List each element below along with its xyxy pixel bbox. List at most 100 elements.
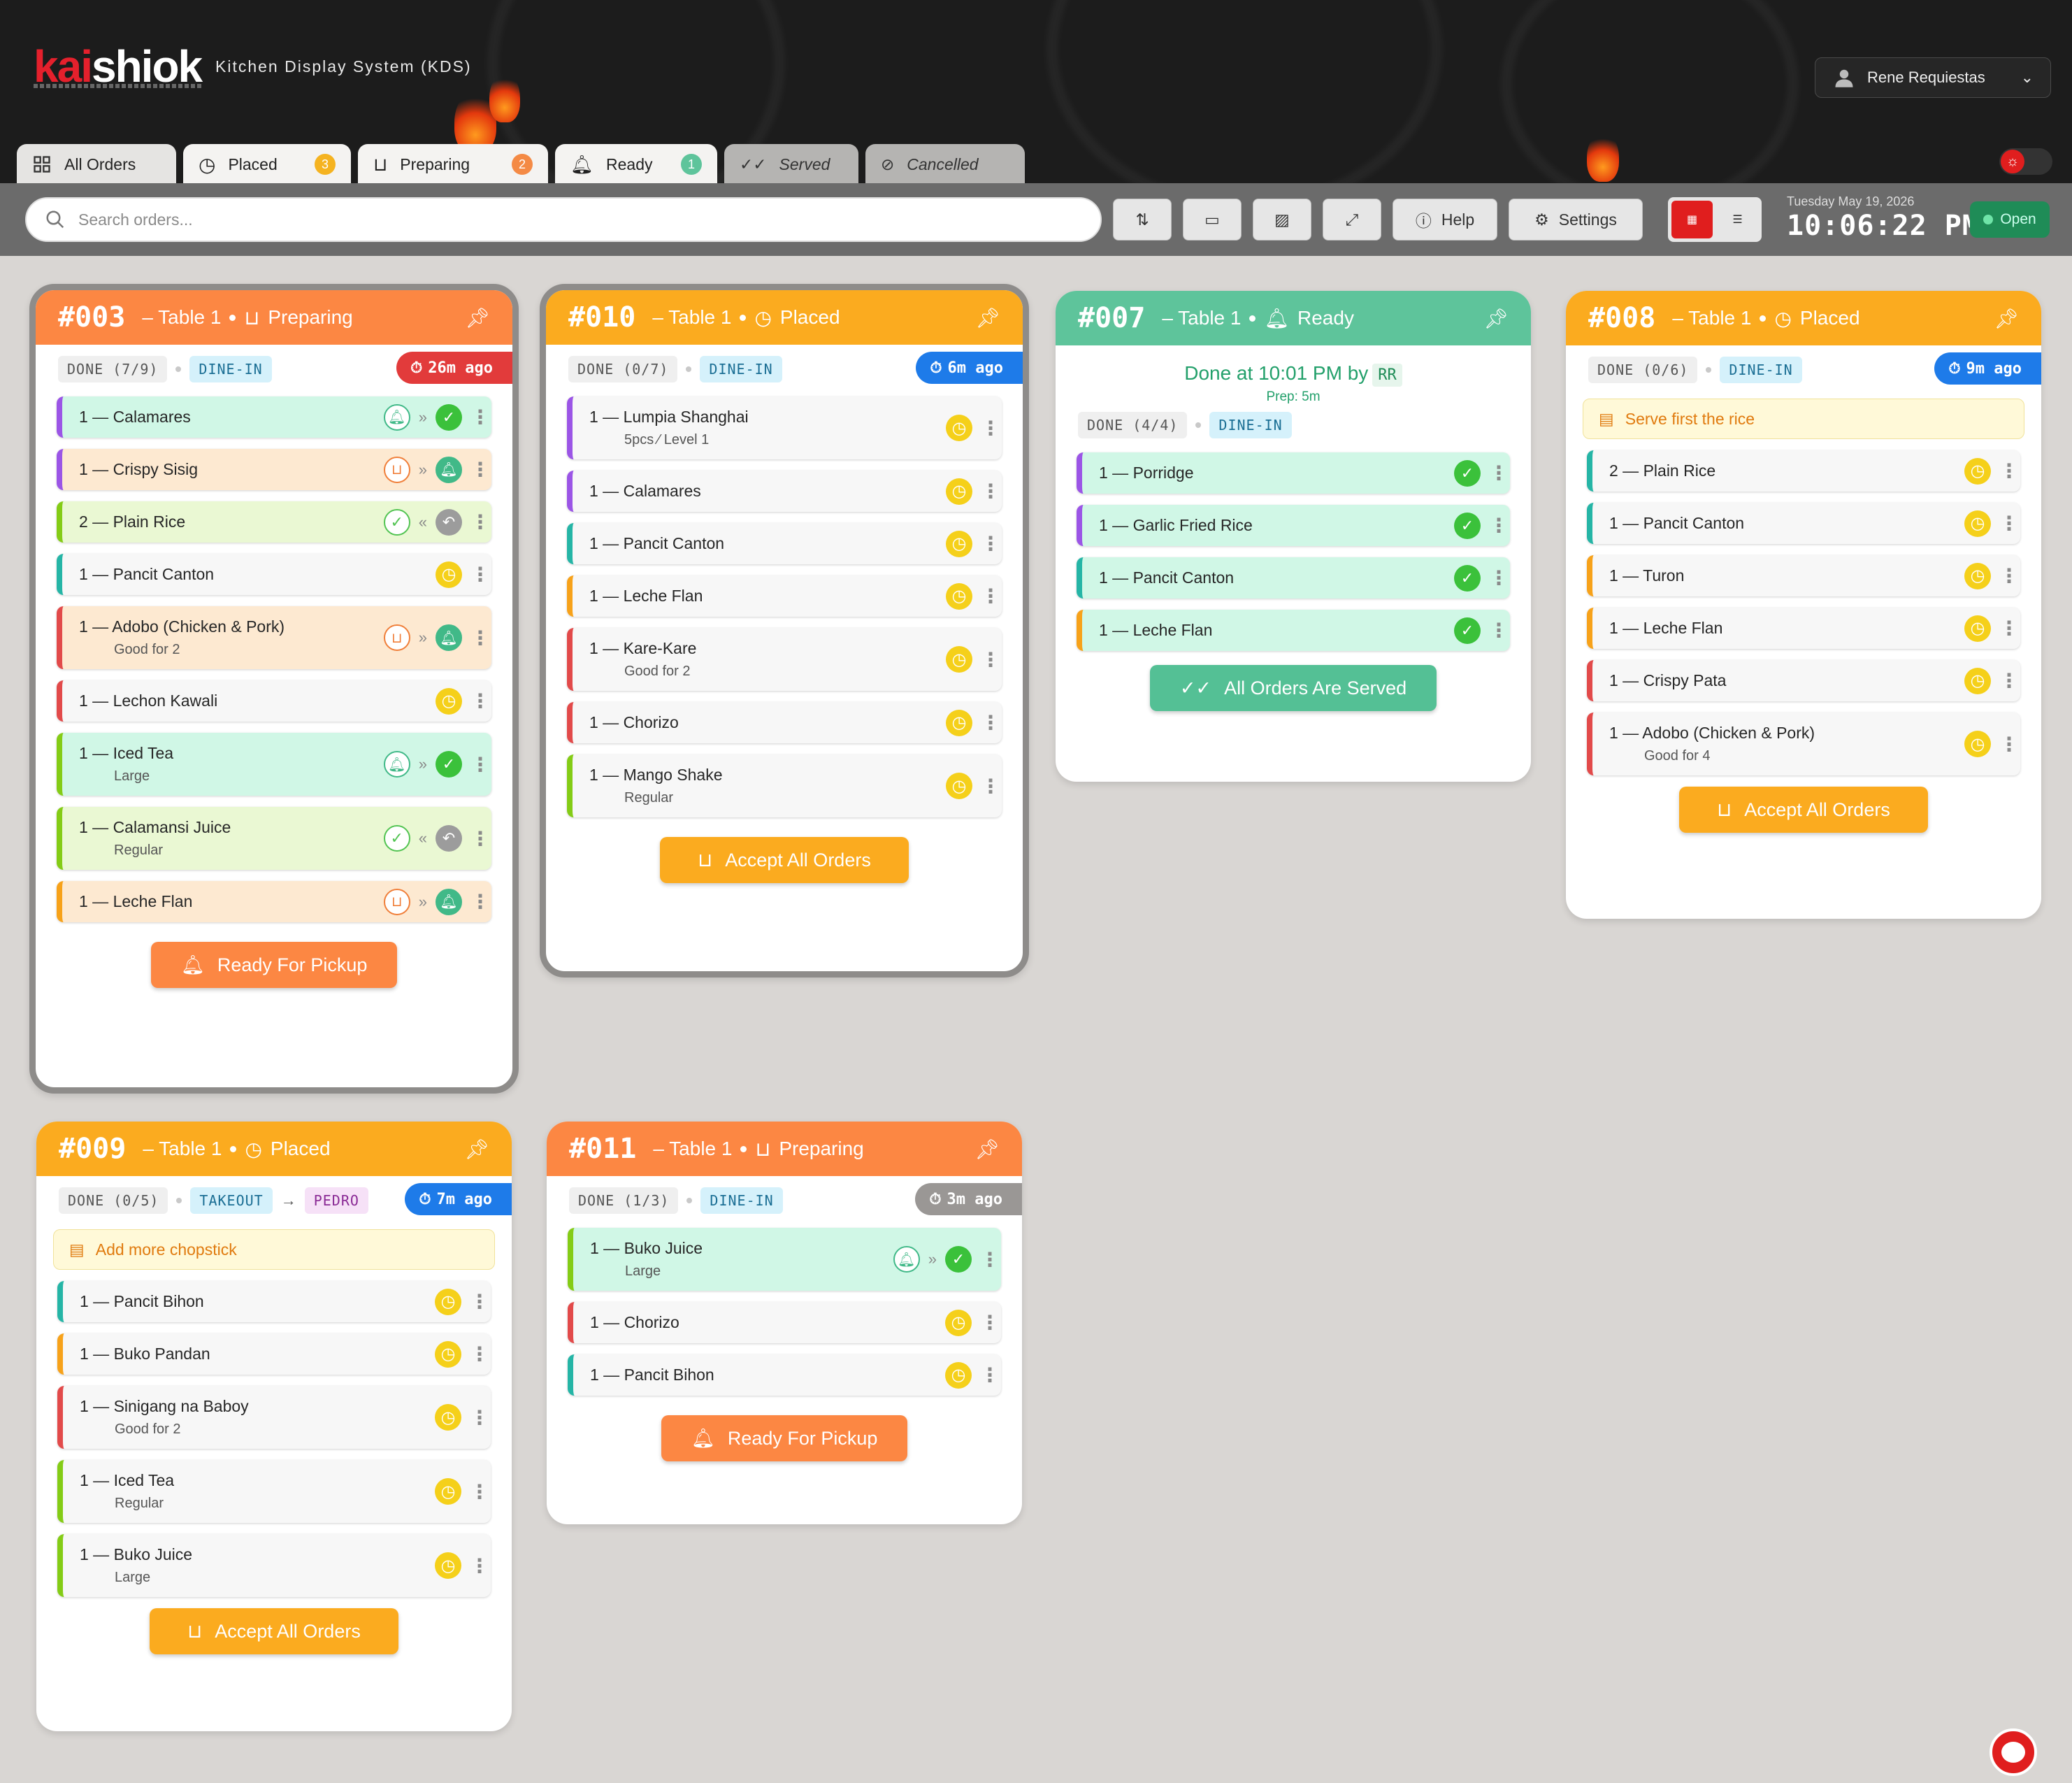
more-icon[interactable]: ⋮ bbox=[470, 1480, 489, 1503]
order-item[interactable]: 1 — Adobo (Chicken & Pork) Good for 4 ◷ ⋮ bbox=[1587, 713, 2020, 775]
more-icon[interactable]: ⋮ bbox=[470, 510, 490, 534]
more-icon[interactable]: ⋮ bbox=[470, 827, 490, 850]
order-item[interactable]: 1 — Pancit Bihon ◷ ⋮ bbox=[57, 1281, 491, 1322]
more-icon[interactable]: ⋮ bbox=[980, 1248, 1000, 1271]
sort-button[interactable]: ⇅ bbox=[1113, 199, 1172, 241]
order-item[interactable]: 1 — Leche Flan ✓ ⋮ bbox=[1077, 610, 1510, 651]
tab-served[interactable]: ✓✓ Served bbox=[724, 144, 858, 183]
grid-view-button[interactable]: ▦ bbox=[1671, 201, 1713, 238]
more-icon[interactable]: ⋮ bbox=[470, 1554, 489, 1577]
undo-icon[interactable]: ↶ bbox=[436, 825, 462, 852]
ready-for-pickup-button[interactable]: 🔔︎ Ready For Pickup bbox=[661, 1415, 907, 1461]
clock-icon[interactable]: ◷ bbox=[435, 1478, 461, 1505]
order-item[interactable]: 1 — Mango Shake Regular ◷ ⋮ bbox=[567, 754, 1002, 817]
check-icon[interactable]: ✓ bbox=[383, 508, 410, 536]
cooking-pot-icon[interactable]: ⊔ bbox=[383, 624, 410, 651]
settings-button[interactable]: ⚙ Settings bbox=[1509, 199, 1643, 241]
bell-icon[interactable]: 🔔︎ bbox=[383, 751, 410, 778]
order-item[interactable]: 1 — Lumpia Shanghai 5pcs ⁄ Level 1 ◷ ⋮ bbox=[567, 396, 1002, 459]
more-icon[interactable]: ⋮ bbox=[470, 626, 490, 650]
order-item[interactable]: 1 — Adobo (Chicken & Pork) Good for 2 ⊔» 🔔︎… bbox=[57, 606, 491, 669]
more-icon[interactable]: ⋮ bbox=[980, 1311, 1000, 1334]
ready-for-pickup-button[interactable]: 🔔︎ Ready For Pickup bbox=[151, 942, 397, 988]
layout-button[interactable]: ▭ bbox=[1183, 199, 1242, 241]
more-icon[interactable]: ⋮ bbox=[1999, 512, 2019, 535]
bell-icon[interactable]: 🔔︎ bbox=[436, 456, 462, 483]
pin-icon[interactable]: 📌︎ bbox=[974, 1138, 1000, 1161]
cooking-pot-icon[interactable]: ⊔ bbox=[383, 888, 410, 915]
clock-icon[interactable]: ◷ bbox=[435, 1552, 461, 1579]
more-icon[interactable]: ⋮ bbox=[1999, 459, 2019, 482]
order-item[interactable]: 1 — Iced Tea Regular ◷ ⋮ bbox=[57, 1460, 491, 1523]
order-item[interactable]: 1 — Leche Flan ⊔» 🔔︎ ⋮ bbox=[57, 881, 491, 922]
bell-icon[interactable]: 🔔︎ bbox=[893, 1246, 920, 1273]
bell-icon[interactable]: 🔔︎ bbox=[436, 888, 462, 915]
accept-all-orders-button[interactable]: ⊔ Accept All Orders bbox=[660, 837, 909, 883]
order-item[interactable]: 1 — Buko Juice Large ◷ ⋮ bbox=[57, 1534, 491, 1597]
order-item[interactable]: 1 — Crispy Pata ◷ ⋮ bbox=[1587, 660, 2020, 701]
check-icon[interactable]: ✓ bbox=[436, 751, 462, 778]
more-icon[interactable]: ⋮ bbox=[470, 890, 490, 913]
clock-icon[interactable]: ◷ bbox=[435, 1288, 461, 1315]
tab-cancelled[interactable]: ⊘ Cancelled bbox=[865, 144, 1025, 183]
more-icon[interactable]: ⋮ bbox=[1489, 619, 1509, 642]
clock-icon[interactable]: ◷ bbox=[946, 530, 972, 557]
order-item[interactable]: 1 — Iced Tea Large 🔔︎» ✓ ⋮ bbox=[57, 733, 491, 796]
order-item[interactable]: 1 — Calamares ◷ ⋮ bbox=[567, 471, 1002, 512]
tab-all-orders[interactable]: All Orders bbox=[17, 144, 176, 183]
more-icon[interactable]: ⋮ bbox=[981, 532, 1000, 555]
list-view-button[interactable]: ☰ bbox=[1717, 201, 1758, 238]
chat-button[interactable] bbox=[1990, 1728, 2037, 1776]
more-icon[interactable]: ⋮ bbox=[981, 585, 1000, 608]
accept-all-orders-button[interactable]: ⊔ Accept All Orders bbox=[150, 1608, 398, 1654]
order-item[interactable]: 1 — Pancit Canton ◷ ⋮ bbox=[1587, 503, 2020, 544]
search-input[interactable]: Search orders... bbox=[25, 197, 1102, 242]
order-item[interactable]: 2 — Plain Rice ◷ ⋮ bbox=[1587, 450, 2020, 492]
order-item[interactable]: 1 — Leche Flan ◷ ⋮ bbox=[1587, 608, 2020, 649]
more-icon[interactable]: ⋮ bbox=[470, 563, 490, 586]
tab-preparing[interactable]: ⊔ Preparing 2 bbox=[358, 144, 548, 183]
clock-icon[interactable]: ◷ bbox=[436, 687, 462, 715]
more-icon[interactable]: ⋮ bbox=[981, 775, 1000, 798]
order-item[interactable]: 1 — Turon ◷ ⋮ bbox=[1587, 555, 2020, 596]
order-item[interactable]: 1 — Chorizo ◷ ⋮ bbox=[567, 702, 1002, 743]
order-item[interactable]: 1 — Buko Pandan ◷ ⋮ bbox=[57, 1333, 491, 1375]
clock-icon[interactable]: ◷ bbox=[946, 773, 972, 799]
more-icon[interactable]: ⋮ bbox=[1999, 617, 2019, 640]
clock-icon[interactable]: ◷ bbox=[1964, 562, 1991, 589]
clock-icon[interactable]: ◷ bbox=[946, 415, 972, 441]
bell-icon[interactable]: 🔔︎ bbox=[436, 624, 462, 651]
pin-icon[interactable]: 📌︎ bbox=[975, 306, 1000, 329]
image-button[interactable]: ▨ bbox=[1253, 199, 1311, 241]
clock-icon[interactable]: ◷ bbox=[1964, 457, 1991, 485]
order-item[interactable]: 1 — Porridge ✓ ⋮ bbox=[1077, 452, 1510, 494]
more-icon[interactable]: ⋮ bbox=[470, 406, 490, 429]
order-item[interactable]: 2 — Plain Rice ✓ «↶ ⋮ bbox=[57, 501, 491, 543]
pin-icon[interactable]: 📌︎ bbox=[1483, 307, 1509, 330]
order-item[interactable]: 1 — Buko Juice Large 🔔︎» ✓ ⋮ bbox=[568, 1228, 1001, 1291]
help-button[interactable]: ⓘ Help bbox=[1393, 199, 1497, 241]
clock-icon[interactable]: ◷ bbox=[1964, 667, 1991, 694]
more-icon[interactable]: ⋮ bbox=[470, 1406, 489, 1429]
more-icon[interactable]: ⋮ bbox=[1489, 461, 1509, 485]
pin-icon[interactable]: 📌︎ bbox=[464, 1138, 489, 1161]
tab-ready[interactable]: 🔔︎ Ready 1 bbox=[555, 144, 717, 183]
order-item[interactable]: 1 — Garlic Fried Rice ✓ ⋮ bbox=[1077, 505, 1510, 546]
clock-icon[interactable]: ◷ bbox=[945, 1309, 972, 1336]
pin-icon[interactable]: 📌︎ bbox=[1994, 307, 2019, 330]
order-item[interactable]: 1 — Kare-Kare Good for 2 ◷ ⋮ bbox=[567, 628, 1002, 691]
more-icon[interactable]: ⋮ bbox=[1999, 669, 2019, 692]
theme-toggle[interactable]: ☼ bbox=[1999, 148, 2052, 175]
all-orders-served-button[interactable]: ✓✓ All Orders Are Served bbox=[1150, 665, 1437, 711]
clock-icon[interactable]: ◷ bbox=[946, 709, 972, 736]
check-icon[interactable]: ✓ bbox=[945, 1246, 972, 1273]
more-icon[interactable]: ⋮ bbox=[981, 711, 1000, 734]
clock-icon[interactable]: ◷ bbox=[436, 561, 462, 588]
more-icon[interactable]: ⋮ bbox=[1999, 733, 2019, 756]
check-icon[interactable]: ✓ bbox=[1454, 512, 1481, 539]
clock-icon[interactable]: ◷ bbox=[1964, 731, 1991, 757]
undo-icon[interactable]: ↶ bbox=[436, 508, 462, 536]
pin-icon[interactable]: 📌︎ bbox=[465, 306, 490, 329]
order-item[interactable]: 1 — Crispy Sisig ⊔» 🔔︎ ⋮ bbox=[57, 449, 491, 490]
order-item[interactable]: 1 — Pancit Canton ✓ ⋮ bbox=[1077, 557, 1510, 599]
